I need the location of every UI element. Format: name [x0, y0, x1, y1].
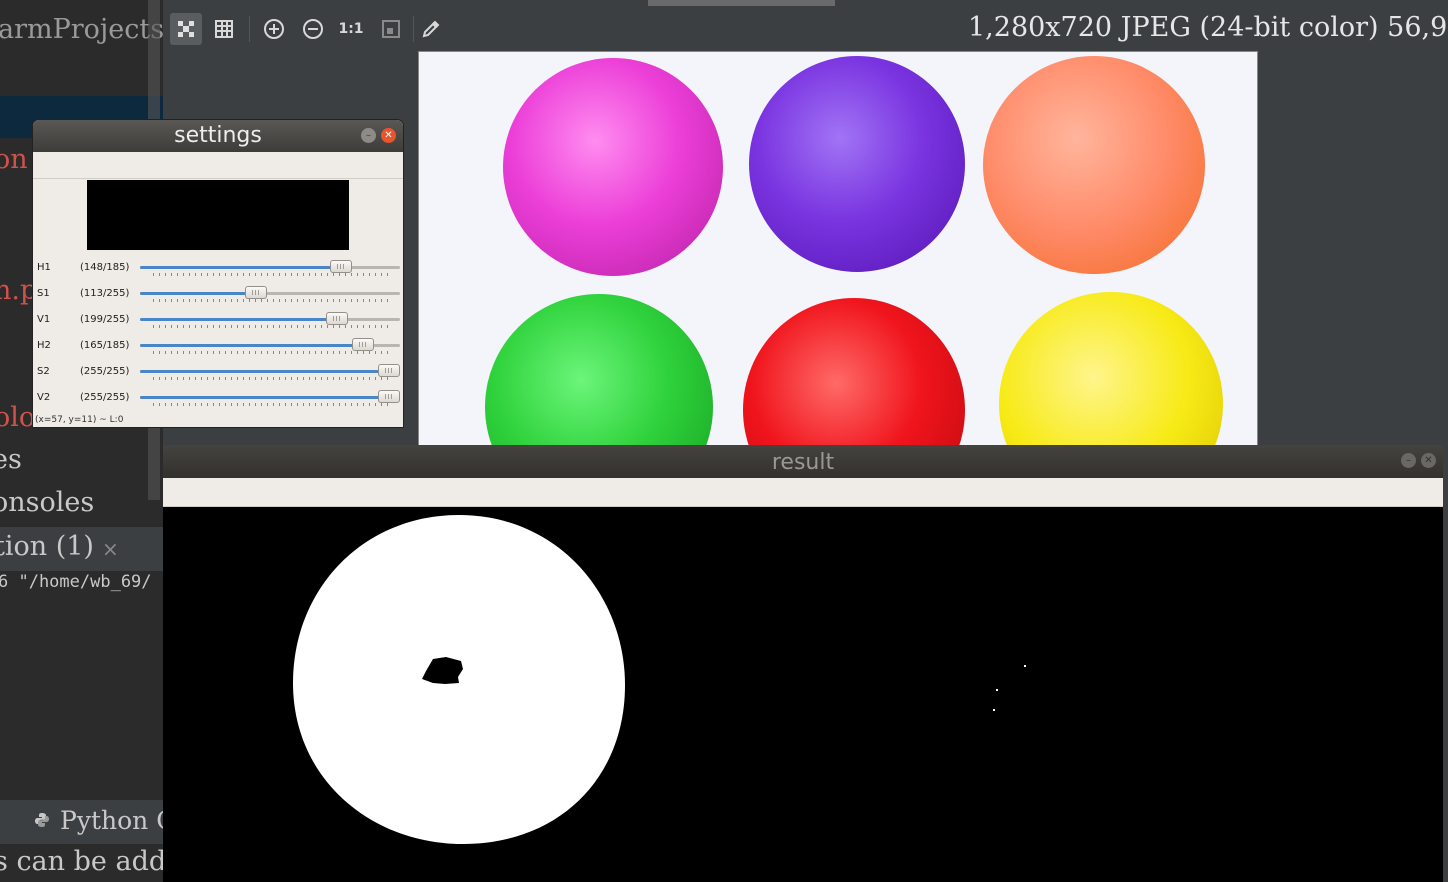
project-file-3[interactable]: olo	[0, 402, 35, 433]
trackbar-h2[interactable]: H2 (165/185)	[33, 336, 403, 362]
result-titlebar[interactable]: result – ✕	[163, 445, 1443, 478]
project-title[interactable]: armProjects	[0, 14, 163, 45]
slider-ticks	[153, 403, 393, 406]
project-file-2[interactable]: n.p	[0, 275, 37, 306]
trackbar-value: (165/185)	[80, 340, 130, 351]
color-picker-icon[interactable]	[415, 13, 447, 45]
trackbar-name: S1	[37, 288, 50, 299]
slider-handle[interactable]	[378, 390, 400, 403]
trackbar-value: (255/255)	[80, 366, 130, 377]
run-tab[interactable]: tion (1)	[0, 531, 94, 562]
python-console-label: Python C	[60, 806, 163, 835]
ball-red	[743, 298, 965, 450]
slider-fill	[140, 292, 256, 295]
toolbar-divider	[413, 16, 414, 42]
toolbar-divider	[249, 16, 250, 42]
slider-track[interactable]	[140, 318, 400, 321]
python-console-tab[interactable]: Python C	[36, 806, 163, 835]
status-coords: (x=57, y=11) ~ L:0	[35, 415, 124, 425]
close-icon[interactable]: ✕	[381, 128, 396, 143]
noise-speck	[1024, 665, 1026, 667]
settings-titlebar[interactable]: settings – ✕	[33, 120, 403, 152]
image-canvas[interactable]	[418, 51, 1258, 451]
result-title: result	[771, 450, 835, 475]
slider-ticks	[153, 273, 393, 276]
slider-ticks	[153, 299, 393, 302]
slider-ticks	[153, 325, 393, 328]
tree-item-consoles[interactable]: onsoles	[0, 487, 94, 518]
tab-indicator[interactable]	[648, 0, 835, 6]
zoom-in-icon[interactable]	[258, 13, 290, 45]
mask-blob	[293, 515, 625, 844]
settings-toolbar	[33, 152, 403, 179]
minimize-icon[interactable]: –	[361, 128, 376, 143]
trackbar-name: S2	[37, 366, 50, 377]
ball-purple	[749, 56, 965, 272]
actual-size-icon[interactable]: 1:1	[335, 13, 367, 45]
trackbar-s2[interactable]: S2 (255/255)	[33, 362, 403, 388]
slider-handle[interactable]	[330, 260, 353, 273]
result-toolbar	[163, 478, 1443, 507]
trackbar-h1[interactable]: H1 (148/185)	[33, 258, 403, 284]
slider-track[interactable]	[140, 370, 400, 373]
zoom-out-icon[interactable]	[297, 13, 329, 45]
slider-track[interactable]	[140, 292, 400, 295]
right-edge	[1443, 445, 1448, 882]
status-text: (x=57, y=11) ~ L:0	[35, 415, 123, 425]
trackbar-value: (113/255)	[80, 288, 130, 299]
slider-fill	[140, 344, 372, 347]
trackbar-value: (199/255)	[80, 314, 130, 325]
slider-fill	[140, 396, 400, 399]
ball-yellow	[999, 292, 1223, 450]
slider-fill	[140, 266, 348, 269]
slider-fill	[140, 370, 400, 373]
trackbar-v1[interactable]: V1 (199/255)	[33, 310, 403, 336]
close-icon[interactable]: ×	[102, 537, 119, 561]
project-file-1[interactable]: on	[0, 144, 28, 175]
noise-speck	[993, 709, 995, 711]
slider-handle[interactable]	[325, 312, 348, 325]
ball-magenta	[503, 58, 723, 276]
trackbar-name: H2	[37, 340, 51, 351]
fit-window-icon[interactable]	[170, 13, 202, 45]
tree-item-libraries[interactable]: es	[0, 444, 22, 475]
slider-handle[interactable]	[378, 364, 400, 377]
slider-track[interactable]	[140, 266, 400, 269]
threshold-mask	[293, 515, 1026, 844]
trackbar-s1[interactable]: S1 (113/255)	[33, 284, 403, 310]
slider-ticks	[153, 377, 393, 380]
slider-handle[interactable]	[245, 286, 268, 299]
grid-icon[interactable]	[208, 13, 240, 45]
ball-salmon	[983, 56, 1205, 274]
image-info: 1,280x720 JPEG (24-bit color) 56,9	[968, 12, 1448, 43]
settings-window: settings – ✕ H1 (148/185) S1 (113/255) V1 (19…	[33, 120, 403, 427]
trackbar-name: V2	[37, 392, 51, 403]
trackbar-value: (148/185)	[80, 262, 130, 273]
trackbar-v2[interactable]: V2 (255/255)	[33, 388, 403, 414]
slider-fill	[140, 318, 343, 321]
trackbar-name: V1	[37, 314, 51, 325]
slider-track[interactable]	[140, 396, 400, 399]
slider-ticks	[153, 351, 393, 354]
trackbar-name: H1	[37, 262, 51, 273]
minimize-icon[interactable]: –	[1401, 453, 1416, 468]
fit-icon[interactable]	[375, 13, 407, 45]
result-window: result – ✕	[163, 445, 1443, 882]
settings-title: settings	[174, 123, 262, 148]
close-icon[interactable]: ✕	[1421, 453, 1436, 468]
trackbar-value: (255/255)	[80, 392, 130, 403]
settings-preview	[87, 180, 349, 250]
ball-green	[485, 294, 713, 450]
noise-speck	[996, 689, 998, 691]
hint-text: s can be add	[0, 846, 163, 877]
console-output: 6 "/home/wb_69/	[0, 572, 152, 592]
slider-handle[interactable]	[352, 338, 375, 351]
